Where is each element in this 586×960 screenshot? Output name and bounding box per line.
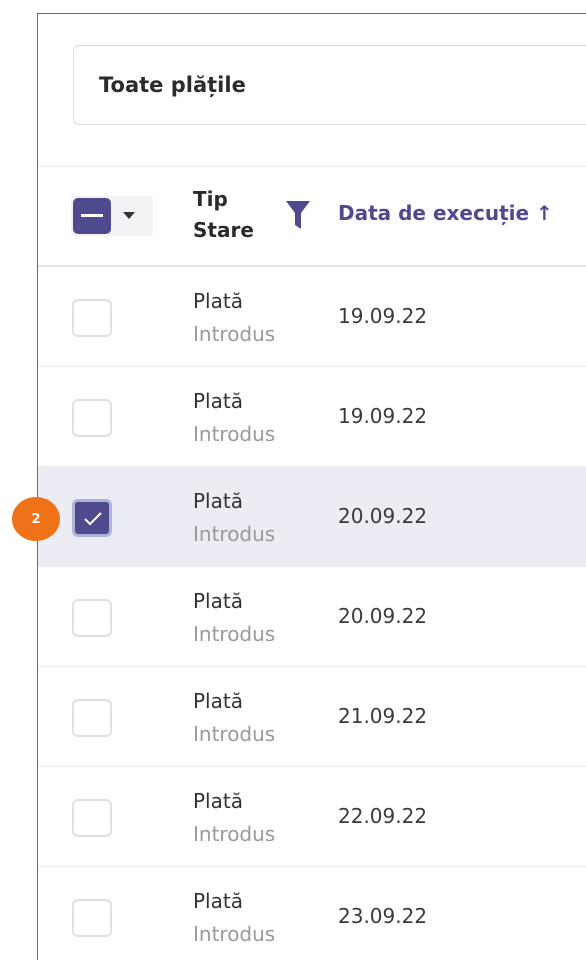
row-type: Plată xyxy=(193,489,243,513)
table-row[interactable]: Plată Introdus 19.09.22 xyxy=(38,267,586,367)
bulk-select-dropdown[interactable] xyxy=(71,196,153,236)
row-type: Plată xyxy=(193,689,243,713)
row-type: Plată xyxy=(193,789,243,813)
row-date: 20.09.22 xyxy=(338,504,428,528)
table-row[interactable]: Plată Introdus 20.09.22 xyxy=(38,467,586,567)
table-row[interactable]: Plată Introdus 21.09.22 xyxy=(38,667,586,767)
payments-filter-dropdown[interactable]: Toate plățile xyxy=(73,45,586,125)
chevron-down-icon[interactable] xyxy=(123,212,135,219)
select-all-checkbox[interactable] xyxy=(73,198,111,234)
row-checkbox[interactable] xyxy=(72,699,112,737)
table-row[interactable]: Plată Introdus 19.09.22 xyxy=(38,367,586,467)
row-checkbox[interactable] xyxy=(72,899,112,937)
table-row[interactable]: Plată Introdus 23.09.22 xyxy=(38,867,586,960)
row-checkbox[interactable] xyxy=(72,599,112,637)
row-status: Introdus xyxy=(193,922,276,946)
checkmark-icon xyxy=(84,512,102,526)
row-status: Introdus xyxy=(193,322,276,346)
row-date: 19.09.22 xyxy=(338,404,428,428)
row-date: 22.09.22 xyxy=(338,804,428,828)
filter-label: Toate plățile xyxy=(99,73,246,97)
row-type: Plată xyxy=(193,889,243,913)
row-status: Introdus xyxy=(193,622,276,646)
row-date: 21.09.22 xyxy=(338,704,428,728)
row-type: Plată xyxy=(193,589,243,613)
row-checkbox[interactable] xyxy=(72,399,112,437)
row-type: Plată xyxy=(193,289,243,313)
column-header-date[interactable]: Data de execuție ↑ xyxy=(338,201,553,225)
row-date: 23.09.22 xyxy=(338,904,428,928)
column-header-status: Stare xyxy=(193,218,254,242)
row-date: 20.09.22 xyxy=(338,604,428,628)
table-row[interactable]: Plată Introdus 20.09.22 xyxy=(38,567,586,667)
table-row[interactable]: Plată Introdus 22.09.22 xyxy=(38,767,586,867)
row-status: Introdus xyxy=(193,722,276,746)
column-header-type: Tip xyxy=(193,187,228,211)
row-status: Introdus xyxy=(193,822,276,846)
row-checkbox[interactable] xyxy=(72,799,112,837)
row-status: Introdus xyxy=(193,522,276,546)
row-date: 19.09.22 xyxy=(338,304,428,328)
row-checkbox[interactable] xyxy=(72,499,112,537)
funnel-icon[interactable] xyxy=(284,199,312,233)
column-header-type-status[interactable]: Tip Stare xyxy=(193,184,254,246)
row-status: Introdus xyxy=(193,422,276,446)
row-type: Plată xyxy=(193,389,243,413)
step-badge: 2 xyxy=(12,497,60,541)
row-checkbox[interactable] xyxy=(72,299,112,337)
table-header: Tip Stare Data de execuție ↑ xyxy=(38,166,586,266)
payments-panel: Toate plățile Tip Stare Data de execuție… xyxy=(37,13,586,960)
